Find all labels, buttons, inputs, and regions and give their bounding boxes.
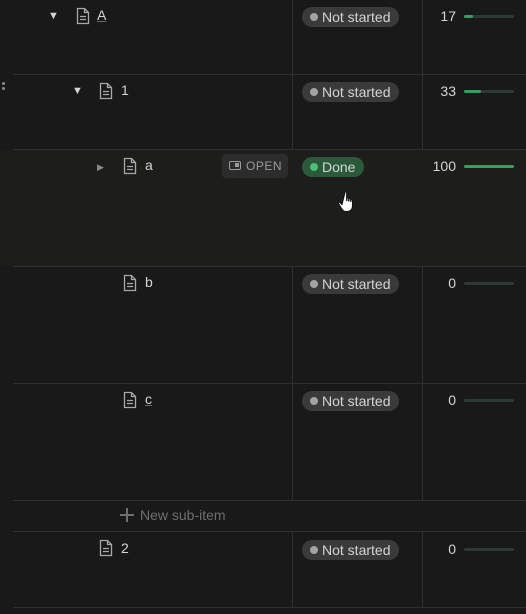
row-title[interactable]: 2 (121, 540, 129, 556)
chevron-down-icon[interactable]: ▼ (72, 84, 83, 98)
status-badge[interactable]: Done (302, 157, 365, 177)
table-row[interactable]: ▼ 1 Not started 33 (0, 75, 526, 149)
row-title[interactable]: b (145, 274, 153, 290)
chevron-down-icon[interactable]: ▼ (48, 9, 59, 23)
row-divider (13, 607, 526, 608)
table-row[interactable]: b Not started 0 (0, 267, 526, 383)
progress-value: 0 (448, 275, 456, 291)
table-row[interactable]: ▼ A Not started 17 (0, 0, 526, 74)
status-dot (310, 88, 318, 96)
status-label: Not started (322, 393, 391, 409)
document-icon (98, 539, 114, 557)
status-label: Not started (322, 84, 391, 100)
progress-fill (464, 15, 473, 18)
status-badge[interactable]: Not started (302, 82, 400, 102)
plus-icon (120, 508, 134, 522)
progress-bar (464, 165, 514, 168)
row-title[interactable]: 1 (121, 82, 129, 98)
status-badge[interactable]: Not started (302, 540, 400, 560)
document-icon (75, 7, 91, 25)
progress-bar (464, 282, 514, 285)
document-icon (122, 274, 138, 292)
status-dot (310, 280, 318, 288)
chevron-right-icon[interactable]: ▶ (97, 160, 104, 174)
status-dot (310, 13, 318, 21)
status-label: Not started (322, 276, 391, 292)
hand-pointer-cursor-icon (338, 190, 360, 214)
document-icon (122, 157, 138, 175)
progress-fill (464, 90, 481, 93)
row-title[interactable]: c (145, 391, 152, 407)
new-sub-item-label: New sub-item (140, 507, 226, 523)
open-button-label: OPEN (246, 159, 283, 173)
status-label: Not started (322, 542, 391, 558)
progress-value: 100 (432, 158, 456, 174)
status-dot (310, 163, 318, 171)
status-dot (310, 546, 318, 554)
row-title[interactable]: a (145, 157, 153, 173)
progress-bar (464, 15, 514, 18)
status-badge[interactable]: Not started (302, 7, 400, 27)
progress-bar (464, 399, 514, 402)
status-badge[interactable]: Not started (302, 391, 400, 411)
progress-bar (464, 90, 514, 93)
document-icon (122, 391, 138, 409)
progress-value: 33 (440, 83, 456, 99)
row-divider (13, 500, 526, 501)
status-dot (310, 397, 318, 405)
progress-value: 0 (448, 392, 456, 408)
row-title[interactable]: A (97, 7, 106, 23)
progress-value: 17 (440, 8, 456, 24)
status-label: Not started (322, 9, 391, 25)
side-peek-icon (229, 161, 241, 170)
open-button[interactable]: OPEN (222, 154, 288, 178)
document-icon (98, 82, 114, 100)
progress-fill (464, 165, 514, 168)
progress-bar (464, 548, 514, 551)
table-row[interactable]: c Not started 0 (0, 384, 526, 500)
status-label: Done (322, 159, 356, 175)
table-row[interactable]: 2 Not started 0 (0, 532, 526, 607)
progress-value: 0 (448, 541, 456, 557)
status-badge[interactable]: Not started (302, 274, 400, 294)
